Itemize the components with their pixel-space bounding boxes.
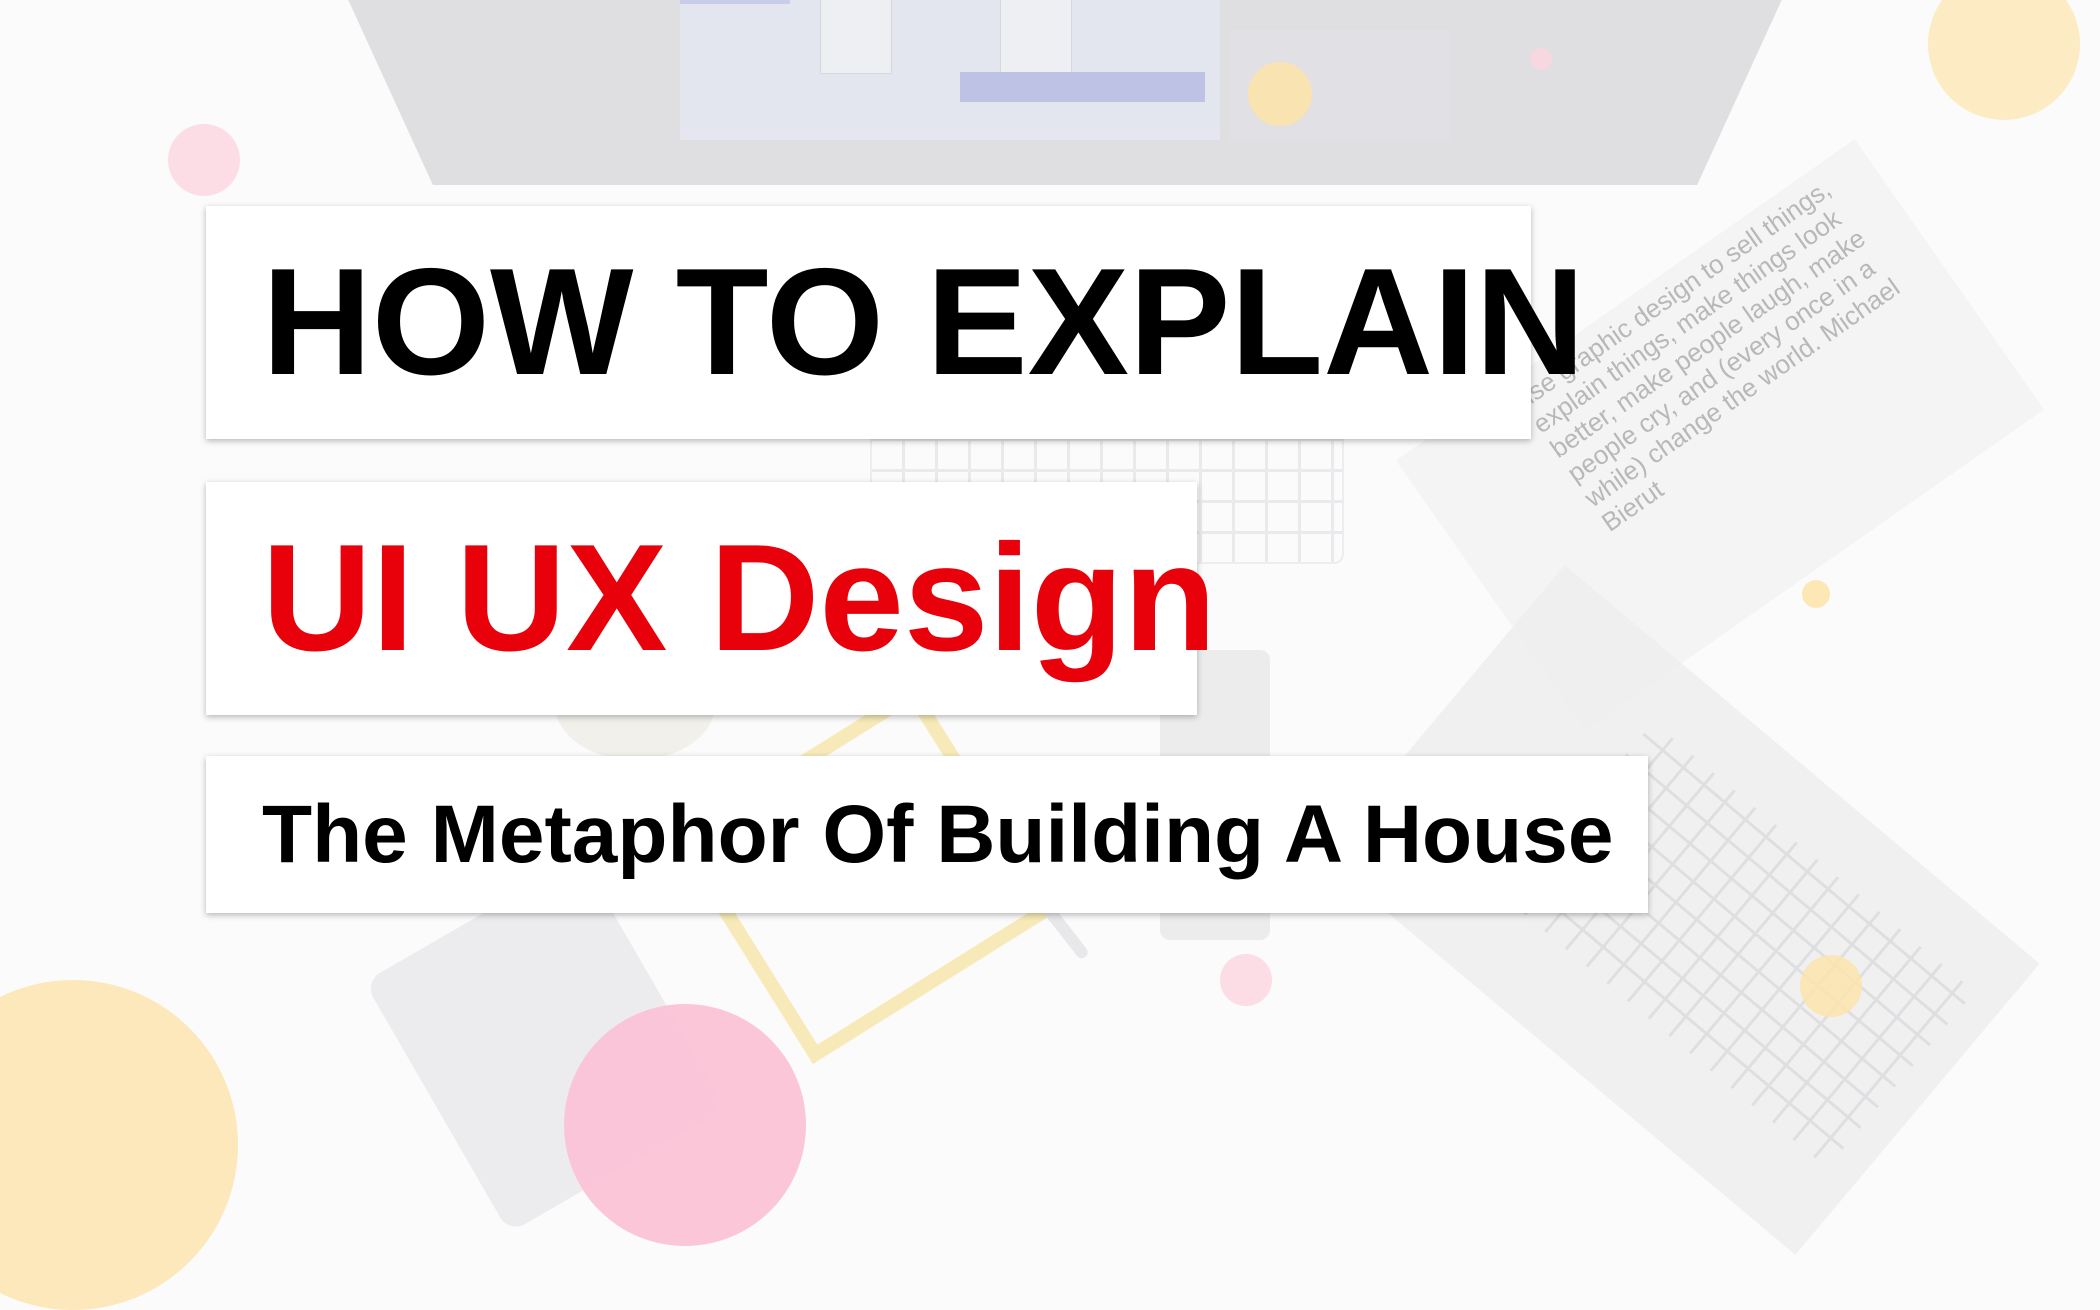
monitor-image [330,0,1800,185]
yellow-dot [1800,955,1862,1017]
headline-ui-ux-design: UI UX Design [206,482,1216,715]
yellow-dot [1928,0,2080,120]
stencil-image [364,856,726,1234]
pink-dot [168,124,240,196]
headline-line-2: UI UX Design [262,513,1217,683]
subtitle-box: The Metaphor Of Building A House [206,756,1648,913]
headline-how-to-explain: HOW TO EXPLAIN [206,206,1585,439]
yellow-dot [0,980,238,1310]
pink-dot [564,1004,806,1246]
subtitle-text: The Metaphor Of Building A House [262,788,1614,880]
headline-line-1: HOW TO EXPLAIN [262,237,1586,407]
yellow-dot [1248,62,1312,126]
monitor-side-image [1230,30,1450,140]
pink-dot [1220,954,1272,1006]
yellow-dot [1802,580,1830,608]
pink-dot [1530,48,1552,70]
monitor-screen-image [680,0,1220,140]
